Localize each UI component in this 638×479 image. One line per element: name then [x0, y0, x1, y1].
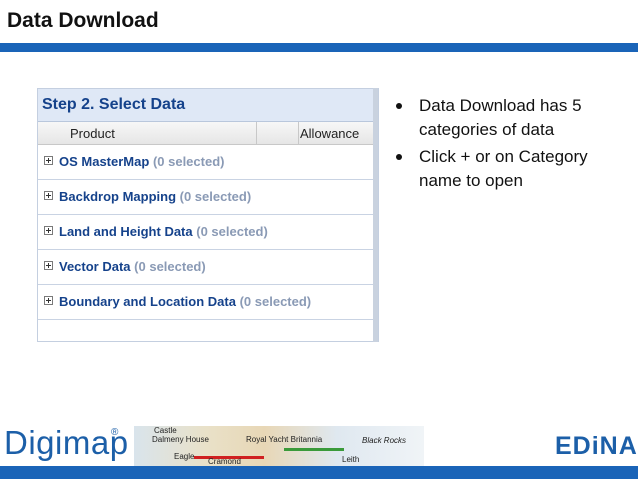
panel-header: Step 2. Select Data: [38, 89, 378, 122]
bullet-item: Data Download has 5 categories of data: [392, 94, 632, 142]
column-allowance[interactable]: Allowance: [300, 126, 359, 141]
selected-count: (0 selected): [134, 259, 206, 274]
map-label: Leith: [342, 455, 360, 464]
map-label: Cramond: [208, 457, 241, 466]
column-separator[interactable]: [256, 122, 257, 144]
digimap-logo: Digimap: [4, 424, 129, 461]
map-road: [284, 448, 344, 451]
category-name[interactable]: Land and Height Data (0 selected): [59, 224, 268, 239]
category-row-land-and-height[interactable]: Land and Height Data (0 selected): [38, 215, 378, 250]
map-label: Black Rocks: [362, 436, 407, 445]
title-underline: [0, 43, 638, 52]
expand-plus-icon[interactable]: [44, 296, 53, 305]
column-separator[interactable]: [298, 122, 299, 144]
category-row-boundary-and-location[interactable]: Boundary and Location Data (0 selected): [38, 285, 378, 320]
select-data-panel: Step 2. Select Data Product Allowance OS…: [37, 88, 379, 342]
column-header: Product Allowance: [38, 122, 378, 145]
category-name[interactable]: Boundary and Location Data (0 selected): [59, 294, 311, 309]
panel-title: Step 2. Select Data: [42, 96, 186, 113]
selected-count: (0 selected): [152, 154, 225, 169]
bullet-dot-icon: [396, 103, 402, 109]
category-row-backdrop-mapping[interactable]: Backdrop Mapping (0 selected): [38, 180, 378, 215]
column-product[interactable]: Product: [70, 126, 115, 141]
map-label: Eagle: [174, 452, 195, 461]
expand-plus-icon[interactable]: [44, 261, 53, 270]
map-label: Dalmeny House: [152, 435, 209, 444]
slide-title: Data Download: [7, 9, 159, 32]
category-name[interactable]: OS MasterMap (0 selected): [59, 154, 224, 169]
category-row-vector-data[interactable]: Vector Data (0 selected): [38, 250, 378, 285]
bullet-dot-icon: [396, 154, 402, 160]
category-row-os-mastermap[interactable]: OS MasterMap (0 selected): [38, 145, 378, 180]
map-label: Castle: [154, 426, 177, 435]
panel-scrollbar[interactable]: [373, 88, 378, 342]
map-strip-image: Castle Dalmeny House Royal Yacht Britann…: [134, 426, 424, 466]
category-name[interactable]: Backdrop Mapping (0 selected): [59, 189, 251, 204]
expand-plus-icon[interactable]: [44, 191, 53, 200]
bullet-item: Click + or on Category name to open: [392, 145, 632, 193]
expand-plus-icon[interactable]: [44, 226, 53, 235]
registered-mark: ®: [111, 427, 119, 438]
map-label: Royal Yacht Britannia: [246, 435, 323, 444]
expand-plus-icon[interactable]: [44, 156, 53, 165]
selected-count: (0 selected): [179, 189, 252, 204]
edina-logo: EDiNA: [555, 432, 638, 460]
selected-count: (0 selected): [239, 294, 312, 309]
bullet-list: Data Download has 5 categories of data C…: [392, 94, 632, 196]
category-name[interactable]: Vector Data (0 selected): [59, 259, 206, 274]
selected-count: (0 selected): [196, 224, 268, 239]
bottom-bar: [0, 466, 638, 479]
